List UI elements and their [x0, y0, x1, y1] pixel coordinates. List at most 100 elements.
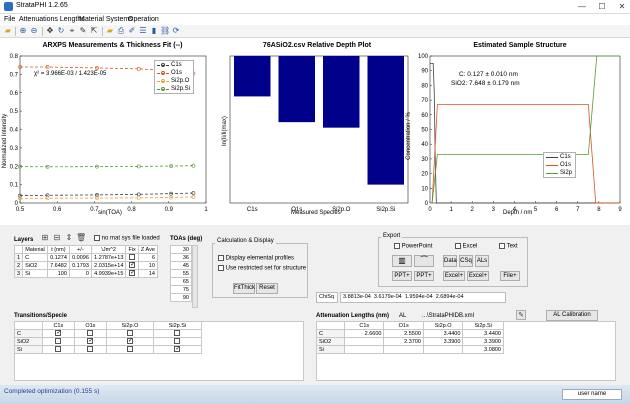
list-item: 75	[170, 285, 192, 294]
file-plus-button[interactable]: File+	[500, 271, 520, 281]
toas-table[interactable]: 30 36 45 55 65 75 90	[170, 245, 192, 302]
data-button[interactable]: Data	[443, 255, 457, 267]
menu-file[interactable]: File	[4, 16, 15, 23]
excel-option[interactable]: Excel	[455, 243, 477, 250]
ppt-chart-icon-button[interactable]: ▥	[392, 255, 412, 267]
layers-table[interactable]: Material t (nm) +/- \Jm^2 Fix Z Ave 1 C …	[13, 245, 159, 278]
open-al-file-icon[interactable]: ✎	[516, 310, 526, 320]
menu-material-systems[interactable]: Material Systems	[79, 16, 133, 23]
minimize-button[interactable]: —	[572, 0, 592, 14]
x-tick-label: Si2p.Si	[376, 207, 395, 213]
move-layer-icon[interactable]: ⇕	[64, 233, 74, 243]
structure-legend[interactable]: C1s O1s Si2p	[543, 152, 577, 178]
list-item: 30	[170, 245, 192, 254]
fix-checkbox[interactable]	[129, 254, 136, 261]
fix-checkbox[interactable]	[129, 261, 135, 269]
rotate-icon[interactable]: ↻	[56, 26, 66, 36]
calc-display-title: Calculation & Display	[215, 238, 276, 244]
y-tick-label: 0.4	[10, 128, 19, 134]
table-row[interactable]: 2 SiO2 7.6482 0.1793 2.0315e+14 10	[13, 261, 159, 270]
text-option[interactable]: Text	[499, 243, 518, 250]
refresh-icon[interactable]: ⟳	[171, 26, 181, 36]
brush-icon[interactable]: ✎	[78, 26, 88, 36]
arxps-legend[interactable]: C1s O1s Si2p.O Si2p.Si	[154, 60, 195, 94]
folder-icon[interactable]: ▰	[105, 26, 115, 36]
zoom-out-icon[interactable]: ⊖	[29, 26, 39, 36]
toas-scrollbar[interactable]	[192, 245, 198, 308]
zoom-in-icon[interactable]: ⊕	[18, 26, 28, 36]
arxps-chart-title: ARXPS Measurements & Thickness Fit (--)	[42, 42, 183, 49]
transition-checkbox[interactable]	[174, 330, 181, 337]
use-restricted-option[interactable]: Use restricted set for structure	[218, 265, 306, 272]
table-row[interactable]: 3 Si 100 0 4.9939e+15 14	[13, 269, 159, 278]
close-button[interactable]: ✕	[612, 0, 630, 14]
ppt-plus-button-1[interactable]: PPT+	[392, 271, 412, 281]
al-calibration-button[interactable]: AL Calibration	[546, 310, 598, 321]
table-row[interactable]: C	[14, 329, 203, 338]
transition-checkbox[interactable]	[174, 345, 180, 353]
add-layer-icon[interactable]: ⊞	[40, 233, 50, 243]
maximize-button[interactable]: ☐	[592, 0, 612, 14]
depth-ylabel: ln(Ii/Ii(max)	[221, 116, 228, 146]
status-bar: Completed optimization (0.155 s) user na…	[0, 385, 630, 404]
cursor-icon[interactable]: ⇱	[89, 26, 99, 36]
fit-thick-button[interactable]: FitThick	[233, 283, 255, 294]
fix-checkbox[interactable]	[129, 269, 135, 277]
transition-checkbox[interactable]	[126, 346, 133, 353]
excel-plus-button-2[interactable]: Excel+	[467, 271, 489, 281]
transitions-header-row: C1s O1s Si2p.O Si2p.Si	[14, 321, 203, 330]
transition-checkbox[interactable]	[55, 329, 61, 337]
datatip-icon[interactable]: ⌖	[67, 26, 77, 36]
colorbar-icon[interactable]: ▮	[149, 26, 159, 36]
open-folder-icon[interactable]: ▰	[3, 26, 13, 36]
excel-plus-button-1[interactable]: Excel+	[443, 271, 465, 281]
transition-checkbox[interactable]	[126, 330, 133, 337]
table-row[interactable]: C 2.6600 2.5500 3.4400 3.4400	[316, 329, 504, 338]
ppt-plus-button-2[interactable]: PPT+	[414, 271, 434, 281]
menu-operation[interactable]: Operation	[128, 16, 159, 23]
table-row[interactable]: 1 C 0.1274 0.0096 1.2787e+13 6	[13, 253, 159, 262]
transition-checkbox[interactable]	[87, 337, 93, 345]
transition-checkbox[interactable]	[55, 346, 62, 353]
transition-checkbox[interactable]	[87, 330, 94, 337]
reset-button[interactable]: Reset	[256, 283, 278, 294]
pan-icon[interactable]: ✥	[45, 26, 55, 36]
transition-checkbox[interactable]	[55, 338, 62, 345]
remove-layer-icon[interactable]: ⊟	[52, 233, 62, 243]
edit-icon[interactable]: ✐	[127, 26, 137, 36]
transition-checkbox[interactable]	[87, 346, 94, 353]
attenuation-table[interactable]: C1s O1s Si2p.O Si2p.Si C 2.6600 2.5500 3…	[316, 321, 504, 354]
legend-icon[interactable]: ☰	[138, 26, 148, 36]
x-tick-label: 7	[576, 207, 580, 213]
powerpoint-option[interactable]: PowerPoint	[394, 243, 432, 250]
display-elemental-option[interactable]: Display elemental profiles	[218, 255, 294, 262]
menu-attenuation-lengths[interactable]: Attenuations Lengths	[19, 16, 85, 23]
als-button[interactable]: ALs	[475, 255, 489, 267]
ppt-profile-icon-button[interactable]: ⏜	[414, 255, 434, 267]
depth-bar-chart[interactable]: C1s O1s Si2p.O Si2p.Si	[215, 50, 415, 225]
text-checkbox[interactable]	[499, 243, 505, 249]
x-tick-label: 0.8	[127, 207, 136, 213]
print-icon[interactable]: ⎙	[116, 26, 126, 36]
y-tick-label: 70	[421, 98, 428, 104]
table-row[interactable]: Si	[14, 345, 203, 354]
table-row[interactable]: SiO2 2.3700 3.3900 3.3900	[316, 337, 504, 346]
table-row[interactable]: Si 3.0800	[316, 345, 504, 354]
powerpoint-checkbox[interactable]	[394, 243, 400, 249]
display-elemental-checkbox[interactable]	[218, 255, 224, 261]
csq-button[interactable]: CSq	[459, 255, 473, 267]
user-name-field[interactable]: user name	[562, 389, 622, 400]
no-mat-sys-check-icon[interactable]	[94, 235, 100, 241]
arxps-annotation: χ² = 3.966E-03 / 1.423E-05	[34, 71, 107, 77]
depth-xlabel: Measured Species	[291, 210, 341, 216]
transitions-table[interactable]: C1s O1s Si2p.O Si2p.Si C SiO2 Si	[14, 321, 203, 354]
excel-checkbox[interactable]	[455, 243, 461, 249]
use-restricted-checkbox[interactable]	[218, 265, 224, 271]
transition-checkbox[interactable]	[174, 338, 181, 345]
delete-layer-icon[interactable]: 🗑	[76, 233, 86, 243]
structure-chart[interactable]: 0 1 2 3 4 5 6 7 8 90102030405060708090100	[415, 50, 630, 225]
table-row[interactable]: SiO2	[14, 337, 203, 346]
transition-checkbox[interactable]	[126, 337, 133, 345]
link-icon[interactable]: ⛓	[160, 26, 170, 36]
no-mat-sys-checkbox[interactable]: no mat sys file loaded	[94, 235, 160, 242]
